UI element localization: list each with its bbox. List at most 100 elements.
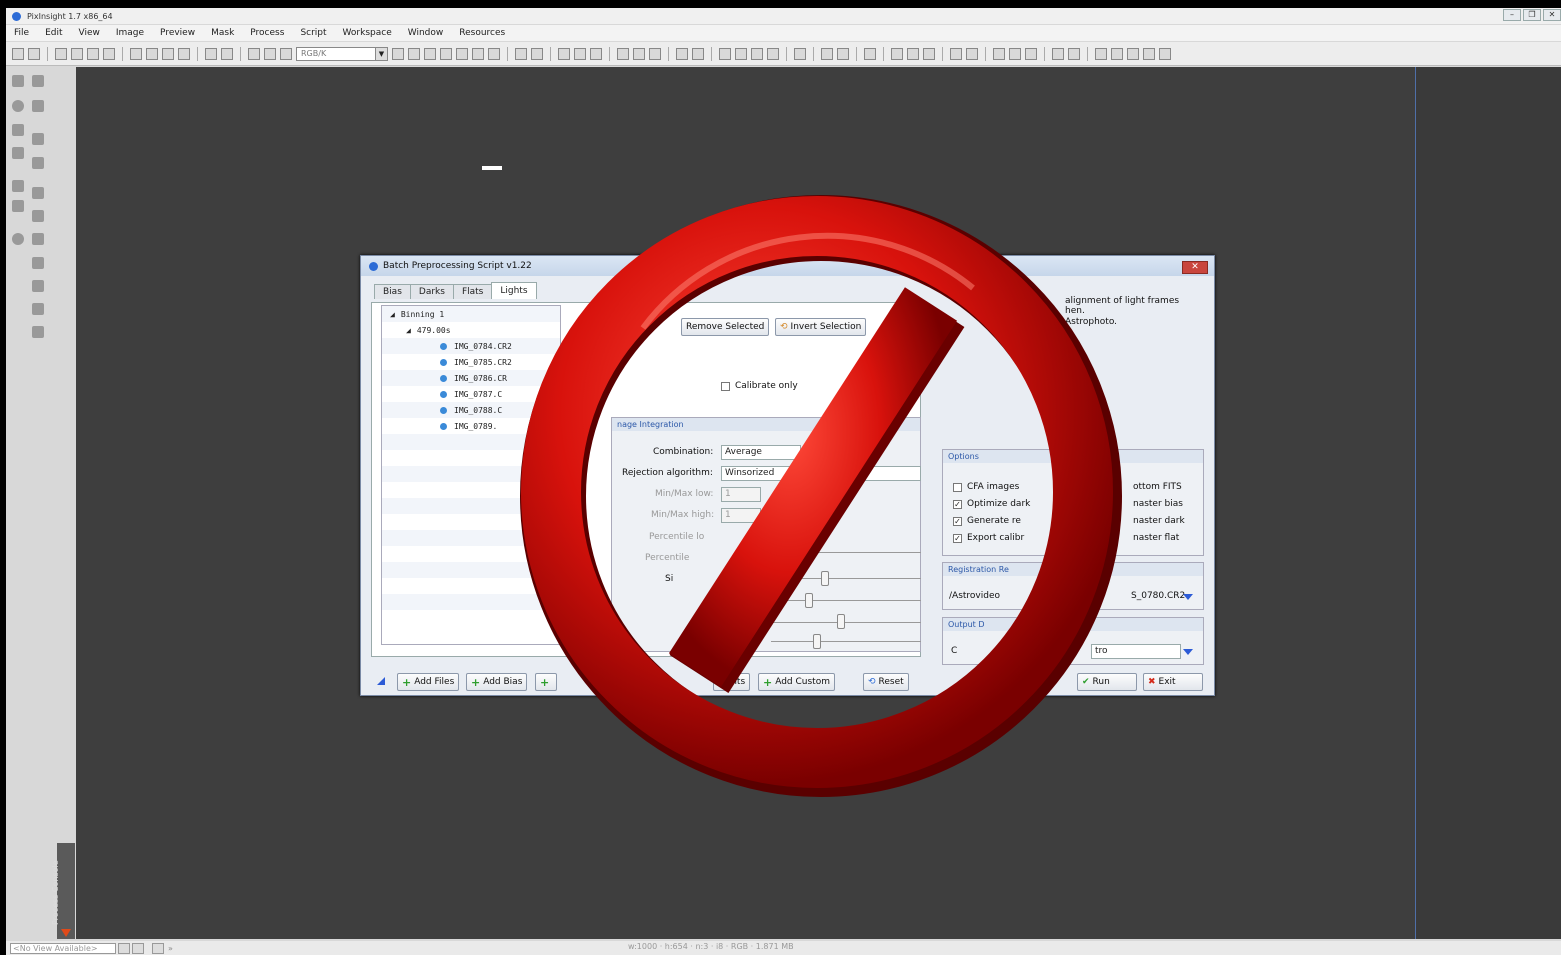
chevron-down-icon[interactable] bbox=[1183, 649, 1193, 655]
tab-bias[interactable]: Bias bbox=[374, 284, 411, 299]
process-icon[interactable] bbox=[1025, 47, 1037, 60]
crosshair-icon[interactable] bbox=[392, 47, 404, 60]
square-tool-icon[interactable] bbox=[12, 147, 24, 159]
tab-flats[interactable]: Flats bbox=[452, 284, 493, 299]
rect-icon[interactable] bbox=[456, 47, 468, 60]
tile-icon[interactable] bbox=[794, 47, 806, 60]
layout-icon[interactable] bbox=[751, 47, 763, 60]
info-triangle-icon[interactable] bbox=[377, 677, 385, 685]
tool-icon[interactable] bbox=[32, 133, 44, 145]
menu-edit[interactable]: Edit bbox=[45, 28, 62, 38]
transform-icon[interactable] bbox=[1159, 47, 1171, 60]
tool-icon[interactable] bbox=[32, 303, 44, 315]
print-icon[interactable] bbox=[103, 47, 115, 60]
explorer-icon[interactable] bbox=[821, 47, 833, 60]
align-icon[interactable] bbox=[966, 47, 978, 60]
menu-script[interactable]: Script bbox=[300, 28, 326, 38]
view-tool-icon[interactable] bbox=[132, 942, 144, 954]
channel-icon[interactable] bbox=[248, 47, 260, 60]
window-icon[interactable] bbox=[178, 47, 190, 60]
preview-icon[interactable] bbox=[633, 47, 645, 60]
process-icon[interactable] bbox=[993, 47, 1005, 60]
save-as-icon[interactable] bbox=[87, 47, 99, 60]
display-icon[interactable] bbox=[1068, 47, 1080, 60]
frame-icon[interactable] bbox=[692, 47, 704, 60]
close-window-button[interactable]: ✕ bbox=[1543, 9, 1561, 21]
zoom-in-icon[interactable] bbox=[515, 47, 527, 60]
menu-view[interactable]: View bbox=[79, 28, 100, 38]
view-select[interactable]: <No View Available> bbox=[10, 942, 116, 954]
explorer-icon[interactable] bbox=[837, 47, 849, 60]
maximize-button[interactable]: ❐ bbox=[1523, 9, 1541, 21]
tool-icon[interactable] bbox=[32, 257, 44, 269]
mask-icon[interactable] bbox=[205, 47, 217, 60]
history-icon[interactable] bbox=[891, 47, 903, 60]
layout-icon[interactable] bbox=[767, 47, 779, 60]
save-icon[interactable] bbox=[71, 47, 83, 60]
exit-button[interactable]: ✖ Exit bbox=[1143, 673, 1203, 691]
tool-icon[interactable] bbox=[32, 210, 44, 222]
tool-icon[interactable] bbox=[32, 233, 44, 245]
menu-resources[interactable]: Resources bbox=[459, 28, 505, 38]
menu-image[interactable]: Image bbox=[116, 28, 144, 38]
chevron-down-icon[interactable] bbox=[1183, 594, 1193, 600]
tool-icon[interactable] bbox=[32, 100, 44, 112]
dialog-close-button[interactable]: ✕ bbox=[1182, 261, 1208, 274]
process-console-tab[interactable]: Process Console bbox=[51, 843, 75, 939]
play-tool-icon[interactable] bbox=[12, 180, 24, 192]
tool-icon[interactable] bbox=[32, 187, 44, 199]
menu-process[interactable]: Process bbox=[250, 28, 284, 38]
history-icon[interactable] bbox=[907, 47, 919, 60]
tab-darks[interactable]: Darks bbox=[409, 284, 454, 299]
zoom-out-icon[interactable] bbox=[531, 47, 543, 60]
transform-icon[interactable] bbox=[1143, 47, 1155, 60]
history-icon[interactable] bbox=[923, 47, 935, 60]
circle-tool-icon[interactable] bbox=[12, 100, 24, 112]
frame-icon[interactable] bbox=[676, 47, 688, 60]
star-icon[interactable] bbox=[440, 47, 452, 60]
pan-icon[interactable] bbox=[408, 47, 420, 60]
menu-window[interactable]: Window bbox=[408, 28, 444, 38]
transform-icon[interactable] bbox=[1127, 47, 1139, 60]
menu-preview[interactable]: Preview bbox=[160, 28, 195, 38]
layout-icon[interactable] bbox=[735, 47, 747, 60]
tool-icon[interactable] bbox=[32, 75, 44, 87]
tool-icon[interactable] bbox=[32, 280, 44, 292]
stf-icon[interactable] bbox=[590, 47, 602, 60]
menu-workspace[interactable]: Workspace bbox=[343, 28, 392, 38]
tool-icon[interactable] bbox=[32, 326, 44, 338]
script-icon[interactable] bbox=[864, 47, 876, 60]
add-files-button[interactable]: + Add Files bbox=[397, 673, 460, 691]
window-icon[interactable] bbox=[162, 47, 174, 60]
open-file-icon[interactable] bbox=[28, 47, 40, 60]
process-icon[interactable] bbox=[1009, 47, 1021, 60]
transform-icon[interactable] bbox=[1111, 47, 1123, 60]
channel-icon[interactable] bbox=[280, 47, 292, 60]
layout-icon[interactable] bbox=[719, 47, 731, 60]
tool-icon[interactable] bbox=[12, 75, 24, 87]
channel-icon[interactable] bbox=[264, 47, 276, 60]
window-icon[interactable] bbox=[146, 47, 158, 60]
minimize-button[interactable]: – bbox=[1503, 9, 1521, 21]
explorer-icon[interactable] bbox=[152, 942, 164, 954]
window-icon[interactable] bbox=[130, 47, 142, 60]
display-icon[interactable] bbox=[1052, 47, 1064, 60]
stf-icon[interactable] bbox=[558, 47, 570, 60]
color-space-select[interactable]: RGB/K ▼ bbox=[296, 46, 388, 61]
menu-file[interactable]: File bbox=[14, 28, 29, 38]
rect-icon[interactable] bbox=[472, 47, 484, 60]
tool-icon[interactable] bbox=[32, 157, 44, 169]
globe-icon[interactable] bbox=[55, 47, 67, 60]
more-button[interactable]: » bbox=[168, 944, 173, 953]
cursor-icon[interactable] bbox=[488, 47, 500, 60]
mask-icon[interactable] bbox=[221, 47, 233, 60]
stf-icon[interactable] bbox=[574, 47, 586, 60]
chevron-down-icon[interactable] bbox=[118, 942, 130, 954]
new-image-icon[interactable] bbox=[12, 47, 24, 60]
preview-icon[interactable] bbox=[617, 47, 629, 60]
sync-tool-icon[interactable] bbox=[12, 233, 24, 245]
transform-icon[interactable] bbox=[1095, 47, 1107, 60]
preview-icon[interactable] bbox=[649, 47, 661, 60]
star-icon[interactable] bbox=[424, 47, 436, 60]
triangle-tool-icon[interactable] bbox=[12, 124, 24, 136]
